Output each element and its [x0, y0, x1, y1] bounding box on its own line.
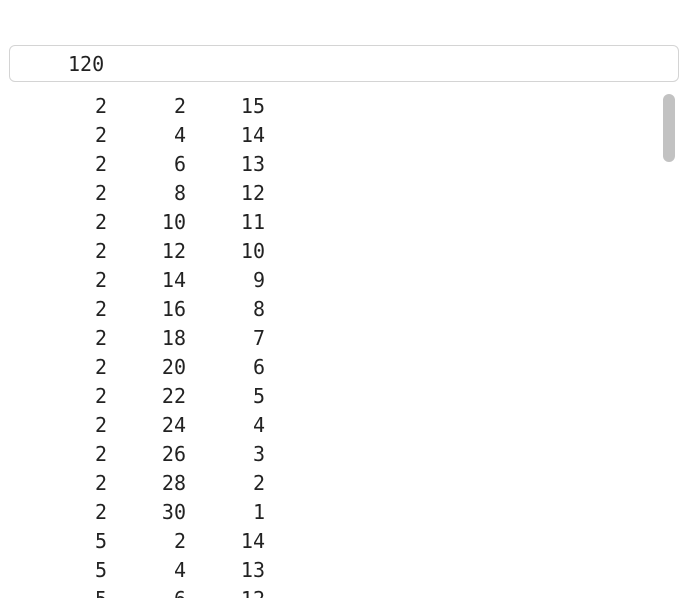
result-cell-2: 4	[173, 123, 186, 147]
scrollbar-track[interactable]	[660, 92, 678, 598]
result-cell-2: 22	[161, 384, 186, 408]
result-cell-3: 14	[240, 529, 265, 553]
result-cell-3: 7	[252, 326, 265, 350]
result-row: 2 16 8	[0, 295, 655, 324]
result-cell-2: 28	[161, 471, 186, 495]
result-cell-1: 2	[94, 471, 107, 495]
result-row: 2 12 10	[0, 237, 655, 266]
result-cell-3: 13	[240, 558, 265, 582]
result-cell-1: 2	[94, 413, 107, 437]
result-row: 2 28 2	[0, 469, 655, 498]
result-cell-1: 2	[94, 239, 107, 263]
result-row: 5 6 12	[0, 585, 655, 598]
result-cell-1: 2	[94, 326, 107, 350]
result-cell-3: 4	[252, 413, 265, 437]
results-list[interactable]: 2 2 15 2 4 14 2 6 13 2 8 12 2 10 11 2 12 10 2 14 9 2 16 8 2 18 7 2 2…	[0, 92, 655, 598]
result-cell-2: 20	[161, 355, 186, 379]
result-cell-3: 15	[240, 94, 265, 118]
result-cell-2: 4	[173, 558, 186, 582]
result-cell-2: 16	[161, 297, 186, 321]
result-cell-3: 10	[240, 239, 265, 263]
result-row: 2 6 13	[0, 150, 655, 179]
result-row: 5 4 13	[0, 556, 655, 585]
result-cell-2: 2	[173, 94, 186, 118]
result-cell-3: 3	[252, 442, 265, 466]
result-cell-1: 2	[94, 268, 107, 292]
result-cell-1: 5	[95, 585, 107, 598]
result-cell-3: 12	[240, 181, 265, 205]
result-row: 2 2 15	[0, 92, 655, 121]
result-cell-1: 5	[94, 558, 107, 582]
result-cell-1: 2	[94, 442, 107, 466]
result-cell-2: 10	[161, 210, 186, 234]
result-cell-3: 9	[252, 268, 265, 292]
result-row: 2 14 9	[0, 266, 655, 295]
result-cell-3: 1	[252, 500, 265, 524]
result-cell-1: 2	[94, 297, 107, 321]
result-row: 2 4 14	[0, 121, 655, 150]
result-cell-2: 18	[161, 326, 186, 350]
result-cell-2: 14	[161, 268, 186, 292]
result-cell-1: 2	[94, 384, 107, 408]
result-cell-3: 2	[252, 471, 265, 495]
result-cell-3: 6	[252, 355, 265, 379]
result-row: 2 22 5	[0, 382, 655, 411]
result-cell-3: 11	[240, 210, 265, 234]
result-cell-2: 30	[161, 500, 186, 524]
result-row: 2 8 12	[0, 179, 655, 208]
result-row: 5 2 14	[0, 527, 655, 556]
result-row: 2 26 3	[0, 440, 655, 469]
result-cell-1: 2	[94, 123, 107, 147]
result-cell-1: 2	[94, 210, 107, 234]
result-cell-2: 26	[161, 442, 186, 466]
result-cell-2: 8	[173, 181, 186, 205]
number-input[interactable]: 120	[9, 45, 679, 82]
result-row: 2 30 1	[0, 498, 655, 527]
result-cell-1: 2	[94, 181, 107, 205]
scrollbar-thumb[interactable]	[663, 94, 675, 162]
result-cell-1: 2	[94, 94, 107, 118]
result-cell-3: 14	[240, 123, 265, 147]
result-cell-2: 12	[161, 239, 186, 263]
result-cell-2: 6	[174, 585, 186, 598]
result-cell-1: 2	[94, 500, 107, 524]
result-cell-3: 13	[240, 152, 265, 176]
result-row: 2 18 7	[0, 324, 655, 353]
result-cell-3: 8	[252, 297, 265, 321]
result-cell-3: 5	[252, 384, 265, 408]
result-cell-1: 2	[94, 152, 107, 176]
result-cell-1: 2	[94, 355, 107, 379]
result-cell-2: 2	[173, 529, 186, 553]
result-cell-1: 5	[94, 529, 107, 553]
page: 120 2 2 15 2 4 14 2 6 13 2 8 12 2 10 11 2 12 10 2 14 9 2 16 8 2 1…	[0, 0, 691, 598]
result-cell-2: 24	[161, 413, 186, 437]
result-cell-2: 6	[173, 152, 186, 176]
result-row: 2 10 11	[0, 208, 655, 237]
result-row: 2 20 6	[0, 353, 655, 382]
result-row: 2 24 4	[0, 411, 655, 440]
result-cell-3: 12	[241, 585, 265, 598]
